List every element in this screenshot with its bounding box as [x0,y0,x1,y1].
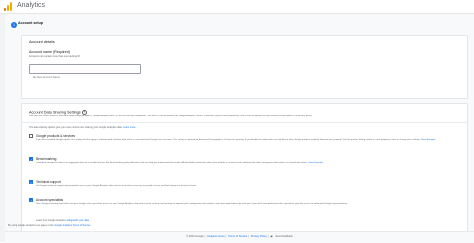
option-title: Account specialists [36,198,64,202]
option-technical-support: ✓ Technical support Let Google technical… [29,180,459,192]
show-example-link[interactable]: Show Example [421,139,436,141]
safeguards-link[interactable]: safeguards your data [66,219,88,222]
step-number: 1 [11,22,17,28]
account-name-input[interactable] [30,73,140,82]
step-label: Account setup [18,21,43,25]
terms-note-text: By using Google Analytics you agree to t… [8,224,54,227]
option-description-text: Contribute anonymous data to an aggregat… [36,161,308,164]
option-description: Contribute anonymous data to an aggregat… [36,162,456,165]
top-app-bar: Analytics [0,0,474,14]
safeguard-text: Learn how Google Analytics [36,219,66,222]
feedback-icon[interactable]: ▣ [270,235,272,238]
footer-link-privacy[interactable]: Privacy Policy [251,235,267,238]
account-name-help: Accounts can contain more than one track… [29,55,81,58]
account-details-card: Account details Account name (Required) … [21,35,468,99]
google-products-checkbox[interactable] [29,134,33,138]
option-description: Let Google technical support representat… [36,184,197,187]
analytics-logo-icon [4,2,12,11]
account-details-heading: Account details [29,40,55,44]
sharing-note-text: The data sharing options give you more c… [29,126,123,129]
footer-links: © 2023 Google| Analytics home| Terms of … [186,235,293,238]
account-name-label: Account name (Required) [29,50,70,54]
option-google-products: Google products & services If you have e… [29,134,459,152]
copyright: © 2023 Google [186,235,204,238]
divider [22,122,467,123]
account-specialists-checkbox[interactable]: ✓ [29,198,33,203]
option-benchmarking: ✓ Benchmarking Contribute anonymous data… [29,157,459,173]
account-name-field[interactable] [29,64,141,82]
safeguard-note: Learn how Google Analytics safeguards yo… [36,219,89,222]
show-example-link[interactable]: Show Example [308,162,323,164]
send-feedback-link[interactable]: Send feedback [276,235,293,238]
app-title: Analytics [17,2,46,9]
main-content: 1 Account setup Account details Account … [5,14,474,242]
option-description: Give Google marketing specialists and yo… [36,202,348,205]
option-title: Benchmarking [36,157,57,161]
footer-link-analytics-home[interactable]: Analytics home [207,235,225,238]
technical-support-checkbox[interactable]: ✓ [29,180,33,185]
option-title: Google products & services [36,134,75,138]
learn-more-link[interactable]: Learn more. [123,126,136,129]
terms-note: By using Google Analytics you agree to t… [8,224,91,227]
footer-link-terms[interactable]: Terms of Service [228,235,247,238]
option-description-text: If you have enabled Google signals, this… [36,138,421,141]
option-title: Technical support [36,180,61,184]
sharing-description: Data that you collect, process, and stor… [29,115,312,117]
terms-of-service-link[interactable]: Google Analytics Terms of Service [54,224,90,227]
option-description: If you have enabled Google signals, this… [36,139,456,142]
benchmarking-checkbox[interactable]: ✓ [29,157,33,162]
option-account-specialists: ✓ Account specialists Give Google market… [29,198,459,216]
sharing-note: The data sharing options give you more c… [29,126,136,129]
data-sharing-card: Account Data Sharing Settings? Data that… [21,103,468,239]
page-footer: © 2023 Google| Analytics home| Terms of … [5,231,474,243]
